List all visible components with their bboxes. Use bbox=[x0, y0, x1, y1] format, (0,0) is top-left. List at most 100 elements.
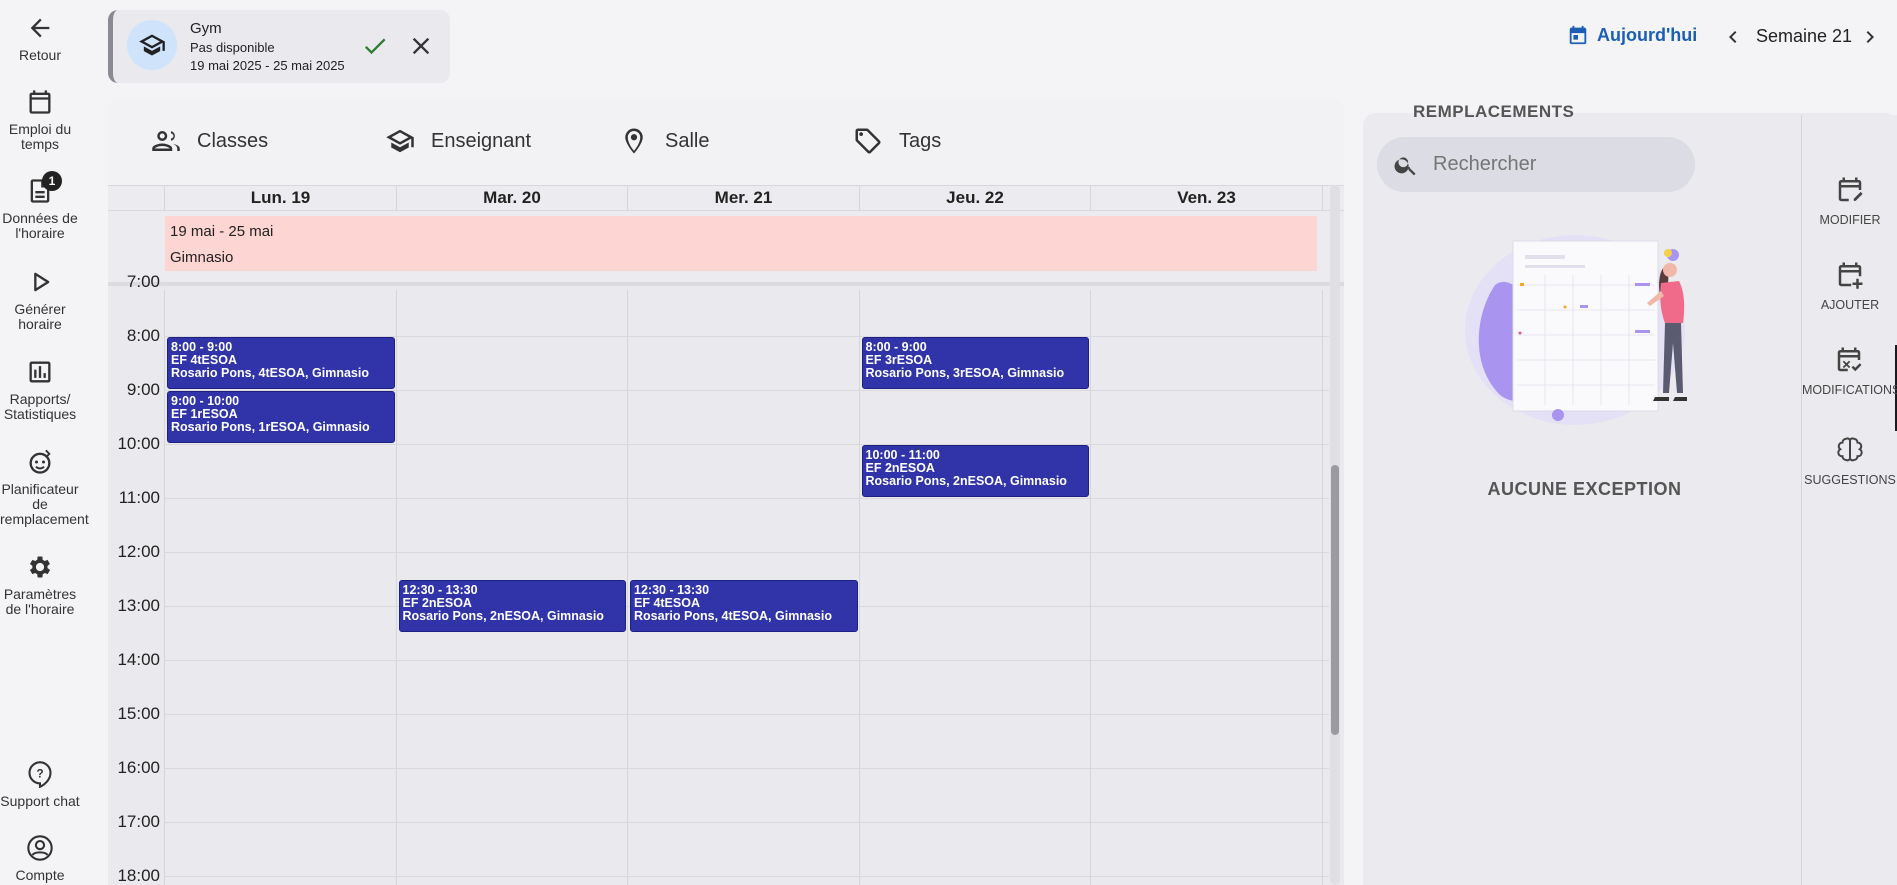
allday-event-room: Gimnasio bbox=[170, 249, 234, 266]
tab-modifications-label: MODIFICATIONS bbox=[1802, 383, 1897, 397]
chevron-right-icon bbox=[1866, 31, 1874, 43]
empty-state-message: AUCUNE EXCEPTION bbox=[1487, 479, 1682, 499]
notification-badge: 1 bbox=[42, 171, 62, 191]
day-header: Mar. 20 bbox=[483, 188, 541, 207]
search-icon bbox=[1394, 156, 1416, 175]
svg-text:?: ? bbox=[36, 768, 43, 781]
filter-tags[interactable]: Tags bbox=[853, 126, 941, 156]
nav-timetable[interactable]: Emploi du temps bbox=[0, 88, 80, 152]
hour-line bbox=[164, 876, 1329, 877]
day-divider bbox=[1321, 186, 1323, 212]
empty-state-illustration bbox=[1465, 235, 1687, 425]
nav-account[interactable]: Compte bbox=[0, 834, 80, 883]
calendar-event[interactable]: 12:30 - 13:30 EF 4tESOA Rosario Pons, 4tES… bbox=[630, 580, 858, 632]
left-nav: Retour Emploi du temps 1 Données de l'ho… bbox=[0, 0, 89, 885]
day-header: Ven. 23 bbox=[1177, 188, 1236, 207]
day-header: Jeu. 22 bbox=[946, 188, 1004, 207]
nav-settings[interactable]: Paramètres de l'horaire bbox=[0, 553, 80, 617]
event-detail: Rosario Pons, 3rESOA, Gimnasio bbox=[865, 366, 1065, 380]
allday-row: 19 mai - 25 mai Gimnasio bbox=[108, 211, 1344, 286]
filter-teacher-label: Enseignant bbox=[431, 129, 532, 152]
event-detail: Rosario Pons, 2nESOA, Gimnasio bbox=[865, 474, 1067, 488]
event-detail: Rosario Pons, 4tESOA, Gimnasio bbox=[171, 366, 369, 380]
tab-suggestions-label: SUGGESTIONS bbox=[1804, 473, 1896, 487]
nav-account-label: Compte bbox=[15, 867, 65, 883]
filter-tags-label: Tags bbox=[899, 129, 942, 152]
nav-planner[interactable]: Planificateur de remplacement bbox=[0, 448, 89, 527]
face-swap-icon bbox=[26, 448, 54, 476]
nav-back[interactable]: Retour bbox=[0, 14, 80, 63]
nav-generate[interactable]: Générer horaire bbox=[0, 268, 80, 332]
day-divider bbox=[395, 186, 397, 212]
day-column-divider bbox=[1321, 290, 1323, 885]
hour-line bbox=[164, 768, 1329, 769]
calendar-icon bbox=[26, 88, 54, 116]
hour-line bbox=[164, 714, 1329, 715]
tab-suggestions[interactable]: SUGGESTIONS bbox=[1802, 435, 1897, 487]
entity-dates: 19 mai 2025 - 25 mai 2025 bbox=[190, 58, 345, 73]
gear-icon bbox=[26, 553, 54, 581]
hour-line bbox=[164, 444, 1329, 445]
hour-line bbox=[164, 552, 1329, 553]
confirm-button[interactable] bbox=[361, 32, 389, 60]
entity-avatar bbox=[127, 20, 177, 70]
calendar-event[interactable]: 8:00 - 9:00 EF 4tESOA Rosario Pons, 4tESOA… bbox=[167, 337, 395, 389]
calendar-panel: Classes Enseignant Salle Tags Lun. 19 Mar… bbox=[108, 100, 1344, 885]
account-icon bbox=[26, 834, 54, 862]
help-bubble-icon: ? bbox=[26, 760, 54, 789]
hour-label: 15:00 bbox=[117, 704, 160, 723]
day-divider bbox=[1090, 186, 1091, 212]
event-detail: Rosario Pons, 4tESOA, Gimnasio bbox=[634, 609, 832, 623]
calendar-add-icon bbox=[1838, 262, 1863, 289]
day-divider bbox=[164, 186, 165, 212]
hour-label: 12:00 bbox=[117, 542, 160, 561]
calendar-event[interactable]: 9:00 - 10:00 EF 1rESOA Rosario Pons, 1rESO… bbox=[167, 391, 395, 443]
next-week-button[interactable] bbox=[1858, 25, 1882, 49]
filter-room[interactable]: Salle bbox=[619, 126, 709, 156]
filter-teacher[interactable]: Enseignant bbox=[385, 126, 531, 156]
day-column-divider bbox=[1090, 290, 1091, 885]
hour-label: 14:00 bbox=[117, 650, 160, 669]
filter-bar: Classes Enseignant Salle Tags bbox=[108, 100, 1344, 185]
school-icon bbox=[386, 129, 414, 153]
tab-modifier[interactable]: MODIFIER bbox=[1802, 175, 1897, 227]
day-column-divider bbox=[395, 290, 397, 885]
tab-modifications[interactable]: MODIFICATIONS bbox=[1802, 345, 1897, 431]
entity-card: Gym Pas disponible 19 mai 2025 - 25 mai … bbox=[108, 10, 450, 83]
calendar-grid[interactable]: 7:00 8:00 9:00 10:00 11:00 12:00 13:00 14:00 15:… bbox=[108, 272, 1344, 885]
nav-support-chat[interactable]: ? Support chat bbox=[0, 760, 80, 809]
calendar-edit-icon bbox=[1838, 177, 1863, 202]
nav-schedule-data[interactable]: 1 Données de l'horaire bbox=[0, 171, 80, 241]
event-detail: Rosario Pons, 2nESOA, Gimnasio bbox=[402, 609, 604, 623]
calendar-event[interactable]: 8:00 - 9:00 EF 3rESOA Rosario Pons, 3rESOA… bbox=[861, 337, 1089, 389]
hour-label: 10:00 bbox=[117, 434, 160, 453]
tab-ajouter-label: AJOUTER bbox=[1820, 298, 1880, 312]
people-icon bbox=[152, 131, 180, 151]
nav-timetable-label: Emploi du temps bbox=[8, 121, 72, 152]
side-tabs: MODIFIER AJOUTER MODIFICATIONS SUGGESTIO… bbox=[1801, 115, 1897, 885]
tab-ajouter[interactable]: AJOUTER bbox=[1802, 260, 1897, 312]
calendar-event[interactable]: 12:30 - 13:30 EF 2nESOA Rosario Pons, 2nES… bbox=[398, 580, 626, 632]
nav-schedule-data-label: Données de l'horaire bbox=[2, 210, 78, 241]
nav-back-label: Retour bbox=[18, 47, 62, 63]
today-label: Aujourd'hui bbox=[1597, 24, 1698, 45]
search-box[interactable] bbox=[1377, 137, 1695, 192]
nav-support-label: Support chat bbox=[0, 793, 80, 809]
bar-chart-icon bbox=[26, 358, 54, 386]
previous-week-button[interactable] bbox=[1721, 25, 1745, 49]
close-button[interactable] bbox=[407, 32, 435, 60]
hour-label: 13:00 bbox=[117, 596, 160, 615]
calendar-event[interactable]: 10:00 - 11:00 EF 2nESOA Rosario Pons, 2nES… bbox=[861, 445, 1089, 497]
allday-event[interactable]: 19 mai - 25 mai Gimnasio bbox=[165, 216, 1317, 271]
calendar-scroll-thumb[interactable] bbox=[1331, 465, 1339, 735]
hour-line bbox=[164, 660, 1329, 661]
hour-label: 8:00 bbox=[126, 326, 160, 345]
filter-classes[interactable]: Classes bbox=[151, 126, 268, 156]
tab-modifier-label: MODIFIER bbox=[1819, 213, 1881, 227]
filter-room-label: Salle bbox=[665, 129, 710, 152]
filter-classes-label: Classes bbox=[197, 129, 269, 152]
nav-reports[interactable]: Rapports/ Statistiques bbox=[0, 358, 80, 422]
today-button[interactable]: Aujourd'hui bbox=[1567, 24, 1697, 46]
document-icon: 1 bbox=[26, 171, 62, 205]
search-input[interactable] bbox=[1433, 153, 1673, 176]
